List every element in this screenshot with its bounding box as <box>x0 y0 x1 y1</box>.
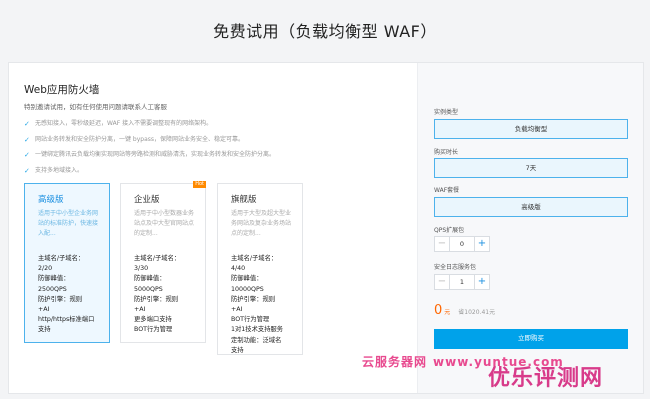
watermark-brand: 优乐评测网 <box>488 366 604 391</box>
qps-plus-button[interactable]: + <box>474 236 490 252</box>
check-icon: ✓ <box>24 135 30 144</box>
plan-desc: 适用于中小型企业务网站的标准防护，快速接入配... <box>38 210 99 237</box>
qps-minus-button[interactable]: − <box>434 236 450 252</box>
log-plus-button[interactable]: + <box>474 274 490 290</box>
log-label: 安全日志服务包 <box>434 264 477 271</box>
order-panel: 实例类型 负载均衡型 购买时长 7天 WAF套餐 高级版 QPS扩展包 − 0 … <box>417 63 643 393</box>
feature-item: ✓ 一键绑定腾讯云负载均衡实现网站等旁路检测和威胁清洗，实现业务转发和安全防护分离… <box>24 151 276 159</box>
price-unit: 元 <box>444 309 451 316</box>
duration-label: 购买时长 <box>434 149 459 156</box>
plan-specs: 主域名/子域名： 2/20 防御峰值： 2500QPS 防护引擎：规则 +AI … <box>38 255 95 334</box>
plan-card-advanced[interactable]: 高级版 适用于中小型企业务网站的标准防护，快速接入配... 主域名/子域名： 2… <box>24 183 110 343</box>
qps-label: QPS扩展包 <box>434 227 465 234</box>
check-icon: ✓ <box>24 166 30 175</box>
product-panel: Web应用防火墙 特别邀请试用，如有任何使用问题请联系人工客服 ✓ 无感知接入，零… <box>9 63 417 393</box>
plan-desc: 适用于大型及超大型业务网站及复杂业务场站点的定制... <box>231 210 292 237</box>
hot-badge: Hot <box>193 181 206 188</box>
product-title: Web应用防火墙 <box>24 84 100 96</box>
log-minus-button[interactable]: − <box>434 274 450 290</box>
page-title: 免费试用（负载均衡型 WAF） <box>213 22 437 41</box>
product-subtitle: 特别邀请试用，如有任何使用问题请联系人工客服 <box>24 103 167 111</box>
plan-name: 高级版 <box>38 195 64 205</box>
price-amount: 0 <box>434 303 443 318</box>
feature-list: ✓ 无感知接入，零秒级延迟，WAF 接入不需要调整现有的网络架构。 ✓ 网站业务转发… <box>24 119 275 181</box>
plan-specs: 主域名/子域名： 4/40 防御峰值： 10000QPS 防护引擎：规则 +AI… <box>231 255 284 354</box>
plan-name: 旗舰版 <box>231 195 257 205</box>
qps-value[interactable]: 0 <box>450 236 474 252</box>
duration-select[interactable]: 7天 <box>434 158 628 178</box>
log-stepper: − 1 + <box>434 274 490 290</box>
plan-name: 企业版 <box>134 195 160 205</box>
log-value[interactable]: 1 <box>450 274 474 290</box>
plan-desc: 适用于中小型数器业务站点及中大型官网站点的定制... <box>134 210 195 237</box>
feature-item: ✓ 网站业务转发和安全防护分离，一键 bypass，保障网站业务安全、稳定可靠。 <box>24 135 245 144</box>
check-icon: ✓ <box>24 120 30 128</box>
instance-type-label: 实例类型 <box>434 109 459 116</box>
buy-now-button[interactable]: 立即购买 <box>434 329 628 349</box>
price-summary: 0 元 省1020.41元 <box>434 303 495 318</box>
trial-card: Web应用防火墙 特别邀请试用，如有任何使用问题请联系人工客服 ✓ 无感知接入，零… <box>8 62 644 394</box>
package-label: WAF套餐 <box>434 187 460 194</box>
feature-item: ✓ 支持多地域接入。 <box>24 166 84 175</box>
check-icon: ✓ <box>24 151 30 159</box>
price-saved: 省1020.41元 <box>458 309 496 316</box>
qps-stepper: − 0 + <box>434 236 490 252</box>
plan-card-flagship[interactable]: 旗舰版 适用于大型及超大型业务网站及复杂业务场站点的定制... 主域名/子域名：… <box>217 183 303 355</box>
package-select[interactable]: 高级版 <box>434 197 628 217</box>
feature-item: ✓ 无感知接入，零秒级延迟，WAF 接入不需要调整现有的网络架构。 <box>24 120 213 128</box>
instance-type-select[interactable]: 负载均衡型 <box>434 119 628 139</box>
plan-specs: 主域名/子域名： 3/30 防御峰值： 5000QPS 防护引擎：规则 +AI … <box>134 255 181 334</box>
plan-card-enterprise[interactable]: Hot 企业版 适用于中小型数器业务站点及中大型官网站点的定制... 主域名/子… <box>120 181 206 343</box>
